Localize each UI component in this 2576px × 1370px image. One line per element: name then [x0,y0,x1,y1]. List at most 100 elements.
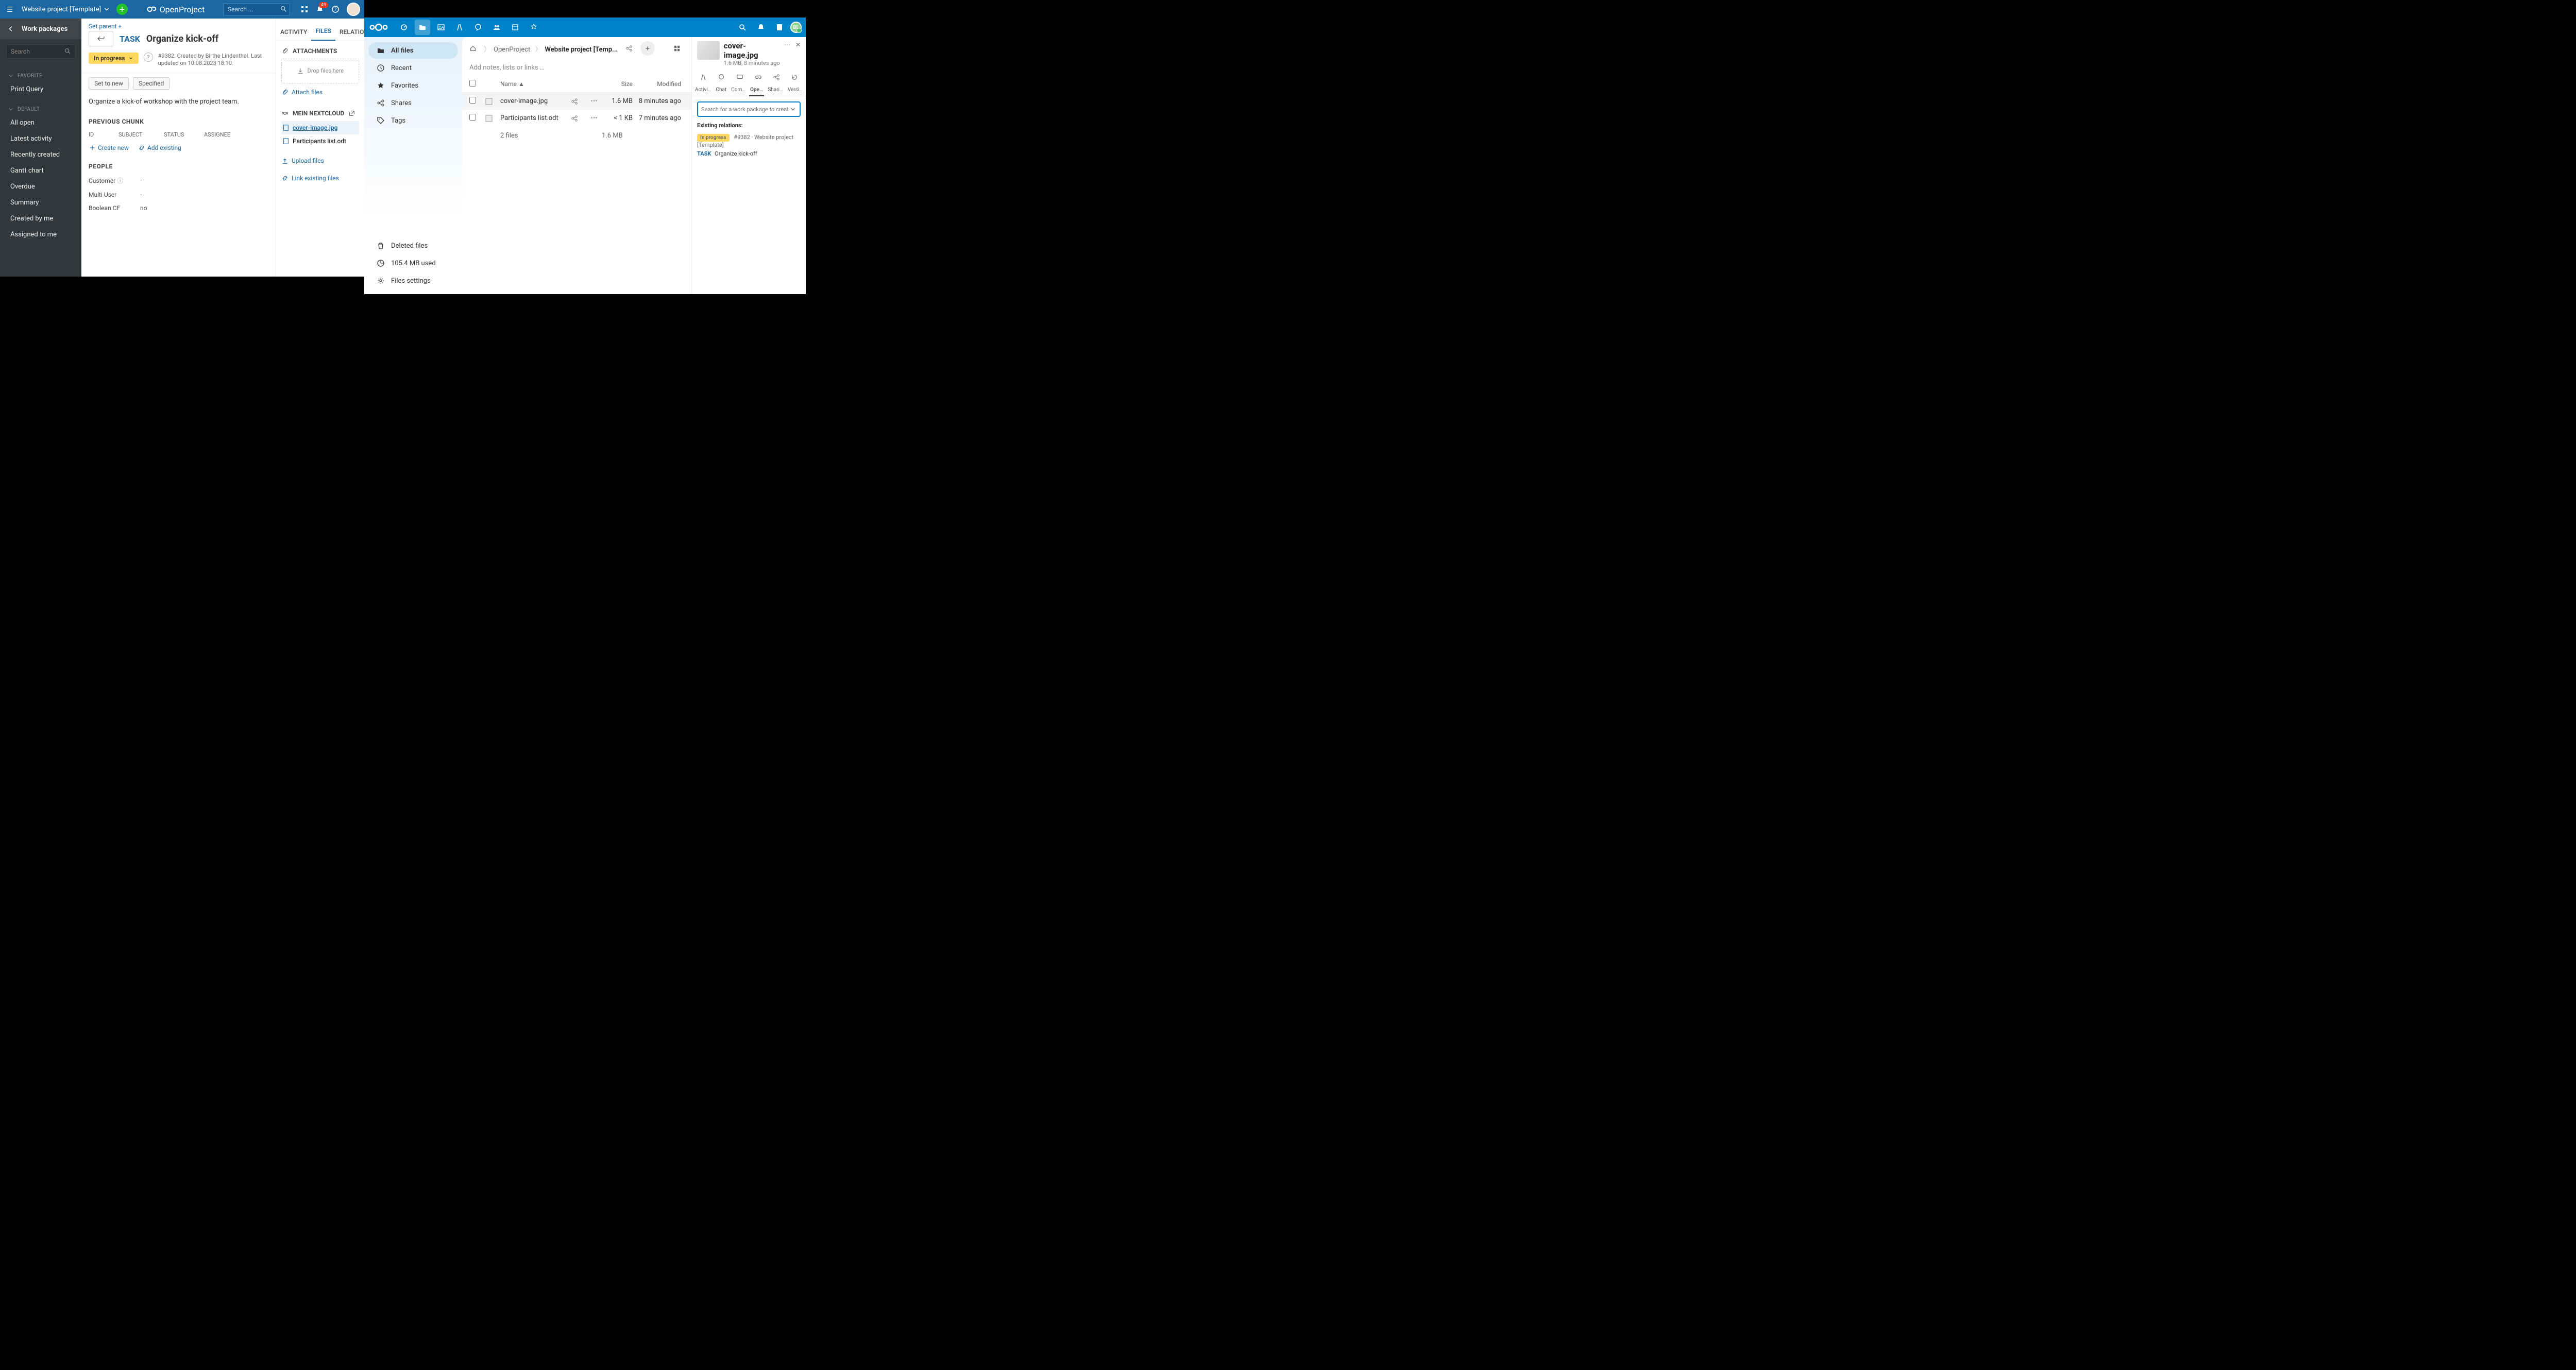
wp-title[interactable]: Organize kick-off [146,33,218,44]
storage-file[interactable]: cover-image.jpg [281,121,359,134]
view-grid-icon[interactable] [670,41,684,56]
panel-tab[interactable]: ACTIVITY [276,28,311,41]
share-icon[interactable] [571,98,578,105]
favorite-label[interactable]: FAVORITE [0,70,81,81]
sidebar-item[interactable]: Summary [0,195,81,211]
search-icon[interactable] [735,20,750,35]
global-search[interactable] [223,3,290,15]
new-button[interactable] [640,41,655,56]
openproject-icon [146,4,157,14]
sidebar-item[interactable]: Recently created [0,147,81,163]
nc-sidebar-item[interactable]: Favorites [368,77,458,94]
calendar-icon[interactable] [507,20,523,35]
file-row[interactable]: cover-image.jpg⋯1.6 MB8 minutes ago [462,93,691,110]
chevron-down-icon[interactable] [789,106,796,113]
sidebar-item[interactable]: Print Query [0,81,81,97]
people-value[interactable]: no [140,204,268,212]
row-checkbox[interactable] [469,97,476,104]
wp-description[interactable]: Organize a kick-of workshop with the pro… [81,94,276,110]
status-dropdown[interactable]: In progress [89,53,139,64]
user-avatar[interactable] [347,3,360,16]
upload-files-link[interactable]: Upload files [281,157,324,164]
chevron-down-icon [7,106,14,113]
col-name[interactable]: Name ▲ [500,80,571,88]
sidebar-item[interactable]: Assigned to me [0,227,81,243]
nc-sidebar-item[interactable]: Tags [368,112,458,129]
notifications[interactable]: 49 [316,5,324,13]
add-button[interactable] [116,4,128,15]
sidebar-item[interactable]: Latest activity [0,131,81,147]
nc-sidebar-footer-item[interactable]: Files settings [368,272,458,289]
select-all-checkbox[interactable] [469,80,476,87]
home-icon[interactable] [469,45,477,52]
file-row[interactable]: Participants list.odt⋯< 1 KB7 minutes ag… [462,110,691,127]
contacts-icon[interactable] [489,20,504,35]
share-icon[interactable] [622,41,636,56]
add-existing-link[interactable]: Add existing [138,144,181,151]
row-menu-icon[interactable]: ⋯ [586,114,602,122]
files-icon[interactable] [415,20,430,35]
detail-tab[interactable]: Ope… [749,84,764,96]
back-arrow-icon[interactable] [7,25,14,32]
nc-logo[interactable] [368,22,389,32]
nc-sidebar-footer-item[interactable]: 105.4 MB used [368,255,458,271]
sidebar-item[interactable]: All open [0,115,81,131]
contacts-menu-icon[interactable] [772,20,787,35]
detail-tab[interactable]: Versi… [787,84,804,96]
status-help-icon[interactable]: ? [144,53,153,62]
back-button[interactable] [89,31,113,46]
modules-icon[interactable] [300,5,309,13]
sidebar-item[interactable]: Created by me [0,211,81,227]
col-modified[interactable]: Modified [633,80,684,88]
row-checkbox[interactable] [469,114,476,121]
talk-icon[interactable] [470,20,486,35]
nc-sidebar-item[interactable]: Shares [368,95,458,111]
detail-tab[interactable]: Shari… [767,84,784,96]
row-menu-icon[interactable]: ⋯ [586,97,602,105]
activity-icon[interactable] [452,20,467,35]
storage-file[interactable]: Participants list.odt [281,134,359,148]
default-label[interactable]: DEFAULT [0,104,81,115]
detail-sidebar: cover-image.jpg 1.6 MB, 8 minutes ago ⋯ … [691,37,806,294]
attach-files-link[interactable]: Attach files [281,89,323,96]
share-icon[interactable] [571,115,578,122]
close-icon[interactable]: ✕ [795,41,801,48]
nc-sidebar-item[interactable]: Recent [368,60,458,76]
action-pill[interactable]: Specified [133,77,170,90]
nc-sidebar-item[interactable]: All files [368,42,458,59]
file-thumbnail [697,41,720,60]
nextcloud-icon [368,22,389,32]
people-value[interactable]: - [140,191,268,198]
photos-icon[interactable] [433,20,449,35]
drop-zone[interactable]: Drop files here [281,59,359,83]
external-link-icon[interactable] [348,110,355,117]
wp-search[interactable] [697,101,801,117]
detail-tab[interactable]: Com… [730,84,747,96]
people-value[interactable]: - [140,176,268,185]
sidebar-item[interactable]: Overdue [0,179,81,195]
crumb-seg[interactable]: Website project [Temp... [545,46,618,54]
detail-tab[interactable]: Activi… [694,84,712,96]
notes-input[interactable] [462,60,691,76]
dashboard-icon[interactable] [396,20,412,35]
nc-sidebar-footer-item[interactable]: Deleted files [368,237,458,254]
link-existing-link[interactable]: Link existing files [281,175,339,182]
more-icon[interactable]: ⋯ [784,41,790,48]
hamburger-icon[interactable] [4,4,15,15]
panel-tab[interactable]: RELATION [335,28,364,41]
user-avatar[interactable]: BL [790,22,802,33]
more-apps-icon[interactable] [526,20,541,35]
col-size[interactable]: Size [602,80,633,88]
crumb-seg[interactable]: OpenProject [494,46,530,54]
notifications-icon[interactable] [753,20,769,35]
action-pill[interactable]: Set to new [89,77,129,90]
sidebar-search[interactable] [6,44,75,59]
detail-tab[interactable]: Chat [715,84,727,96]
sidebar-item[interactable]: Gantt chart [0,163,81,179]
set-parent-link[interactable]: Set parent + [81,19,276,30]
relation-card[interactable]: In progress #9382 · Website project [Tem… [697,134,801,157]
create-new-link[interactable]: Create new [89,144,129,151]
project-selector[interactable]: Website project [Template] [22,6,110,13]
panel-tab[interactable]: FILES [311,27,335,41]
help-icon[interactable]: ? [331,5,340,13]
